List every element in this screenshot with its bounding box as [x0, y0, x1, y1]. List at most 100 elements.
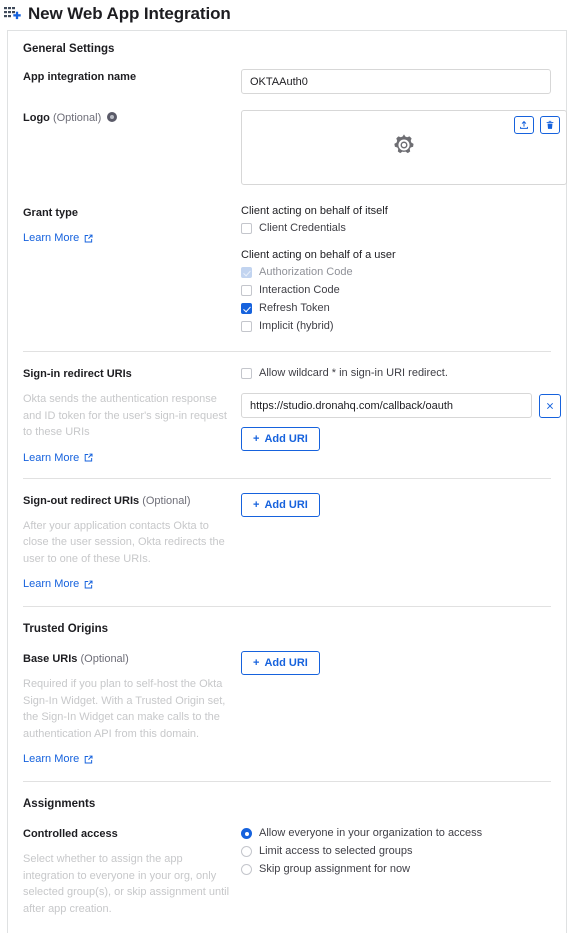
- signout-add-uri-button[interactable]: + Add URI: [241, 492, 320, 517]
- signout-redirect-hint: After your application contacts Okta to …: [23, 519, 225, 565]
- signout-redirect-optional-text: (Optional): [142, 494, 191, 507]
- signout-redirect-fields-col: + Add URI: [241, 492, 551, 517]
- checkbox-interaction-code[interactable]: Interaction Code: [241, 283, 551, 298]
- signout-redirect-learn-more-link[interactable]: Learn More: [23, 578, 93, 590]
- checkbox-label: Implicit (hybrid): [259, 320, 334, 332]
- app-grid-plus-icon: [4, 6, 22, 24]
- assignments-section: Assignments Controlled access Select whe…: [8, 782, 566, 933]
- signin-uri-row: [241, 393, 561, 418]
- plus-icon: +: [253, 657, 260, 669]
- logo-label-col: Logo (Optional): [23, 110, 241, 126]
- grant-group-caption: Client acting on behalf of itself: [241, 205, 388, 217]
- base-uris-hint: Required if you plan to self-host the Ok…: [23, 678, 226, 740]
- base-uris-add-uri-button[interactable]: + Add URI: [241, 651, 320, 675]
- base-uris-label-col: Base URIs (Optional) Required if you pla…: [23, 651, 241, 767]
- radio-limit-access[interactable]: Limit access to selected groups: [241, 844, 551, 859]
- base-uris-learn-more-link[interactable]: Learn More: [23, 753, 93, 765]
- plus-icon: +: [253, 498, 260, 511]
- base-uris-add-uri-label: Add URI: [264, 657, 308, 669]
- grant-type-label: Grant type: [23, 207, 79, 219]
- checkbox-client-credentials[interactable]: Client Credentials: [241, 221, 551, 236]
- controlled-access-options-col: Allow everyone in your organization to a…: [241, 826, 551, 880]
- app-integration-name-label-col: App integration name: [23, 69, 241, 85]
- trash-icon[interactable]: [540, 116, 560, 134]
- logo-dropzone[interactable]: [241, 110, 567, 185]
- checkbox-label: Refresh Token: [259, 302, 330, 314]
- grant-group-client-user: Client acting on behalf of a user Author…: [241, 249, 551, 334]
- radio-label: Allow everyone in your organization to a…: [259, 827, 483, 839]
- checkbox-box: [241, 267, 252, 278]
- logo-label: Logo (Optional): [23, 110, 231, 126]
- radio-allow-everyone[interactable]: Allow everyone in your organization to a…: [241, 826, 551, 841]
- remove-uri-button[interactable]: [539, 393, 561, 418]
- external-link-icon: [84, 453, 93, 462]
- checkbox-refresh-token[interactable]: Refresh Token: [241, 301, 551, 316]
- upload-icon[interactable]: [514, 116, 534, 134]
- signout-redirect-learn-more-text: Learn More: [23, 578, 80, 590]
- signin-redirect-label: Sign-in redirect URIs: [23, 368, 132, 380]
- checkbox-label: Authorization Code: [259, 266, 353, 278]
- base-uris-learn-more-text: Learn More: [23, 753, 80, 765]
- grant-group-caption: Client acting on behalf of a user: [241, 249, 396, 261]
- signout-add-uri-label: Add URI: [264, 498, 308, 511]
- page-header: New Web App Integration: [0, 0, 574, 28]
- logo-optional-text: (Optional): [52, 112, 102, 124]
- grant-type-learn-more-link[interactable]: Learn More: [23, 232, 93, 244]
- close-icon: [546, 402, 554, 409]
- external-link-icon: [84, 234, 93, 242]
- signout-redirect-label-text: Sign-out redirect URIs: [23, 494, 140, 507]
- radio-label: Skip group assignment for now: [259, 863, 411, 875]
- logo-row: Logo (Optional): [23, 110, 567, 185]
- radio-circle: [241, 828, 252, 839]
- app-integration-name-label: App integration name: [23, 71, 137, 83]
- checkbox-authorization-code[interactable]: Authorization Code: [241, 265, 551, 280]
- base-uris-label: Base URIs (Optional): [23, 651, 231, 667]
- signout-redirect-section: Sign-out redirect URIs (Optional) After …: [8, 479, 566, 607]
- signin-redirect-learn-more-text: Learn More: [23, 451, 80, 464]
- external-link-icon: [84, 580, 93, 588]
- app-integration-name-field-col: [241, 69, 551, 94]
- grant-group-client-itself: Client acting on behalf of itself Client…: [241, 205, 551, 236]
- checkbox-box: [241, 368, 252, 379]
- grant-type-options-col: Client acting on behalf of itself Client…: [241, 205, 551, 337]
- base-uris-optional-text: (Optional): [80, 653, 129, 665]
- grant-type-learn-more-text: Learn More: [23, 232, 80, 244]
- checkbox-box: [241, 321, 252, 332]
- base-uris-label-text: Base URIs: [23, 653, 78, 665]
- signin-redirect-row: Sign-in redirect URIs Okta sends the aut…: [23, 366, 561, 466]
- external-link-icon: [84, 755, 93, 763]
- controlled-access-hint: Select whether to assign the app integra…: [23, 853, 230, 915]
- radio-skip-assignment[interactable]: Skip group assignment for now: [241, 862, 551, 877]
- trusted-origins-section: Trusted Origins Base URIs (Optional) Req…: [8, 607, 566, 781]
- checkbox-label: Interaction Code: [259, 284, 340, 296]
- general-settings-heading: General Settings: [23, 43, 115, 55]
- page-title: New Web App Integration: [28, 4, 231, 23]
- radio-label: Limit access to selected groups: [259, 845, 413, 857]
- signin-redirect-learn-more-link[interactable]: Learn More: [23, 452, 93, 464]
- signin-add-uri-button[interactable]: + Add URI: [241, 427, 320, 451]
- general-settings-section: General Settings App integration name Lo…: [8, 31, 567, 351]
- signin-redirect-uri-input[interactable]: [241, 393, 532, 418]
- logo-field-col: [241, 110, 567, 185]
- grant-type-label-col: Grant type Learn More: [23, 205, 241, 246]
- signout-redirect-label: Sign-out redirect URIs (Optional): [23, 493, 231, 509]
- checkbox-box: [241, 223, 252, 234]
- checkbox-label: Allow wildcard * in sign-in URI redirect…: [259, 367, 448, 379]
- radio-circle: [241, 846, 252, 857]
- checkbox-implicit-hybrid[interactable]: Implicit (hybrid): [241, 319, 551, 334]
- signin-redirect-hint: Okta sends the authentication response a…: [23, 393, 227, 438]
- signin-redirect-label-col: Sign-in redirect URIs Okta sends the aut…: [23, 366, 241, 466]
- checkbox-box: [241, 303, 252, 314]
- signin-add-uri-label: Add URI: [264, 433, 308, 445]
- plus-icon: +: [253, 433, 260, 445]
- trusted-origins-heading: Trusted Origins: [23, 623, 108, 635]
- info-circle-icon[interactable]: [107, 112, 118, 122]
- checkbox-allow-wildcard[interactable]: Allow wildcard * in sign-in URI redirect…: [241, 366, 561, 381]
- checkbox-label: Client Credentials: [259, 222, 346, 234]
- signin-redirect-fields-col: Allow wildcard * in sign-in URI redirect…: [241, 366, 561, 451]
- app-integration-name-input[interactable]: [241, 69, 551, 94]
- app-integration-name-row: App integration name: [23, 69, 551, 94]
- signout-redirect-row: Sign-out redirect URIs (Optional) After …: [23, 492, 551, 593]
- assignments-heading: Assignments: [23, 798, 96, 810]
- controlled-access-row: Controlled access Select whether to assi…: [23, 826, 551, 917]
